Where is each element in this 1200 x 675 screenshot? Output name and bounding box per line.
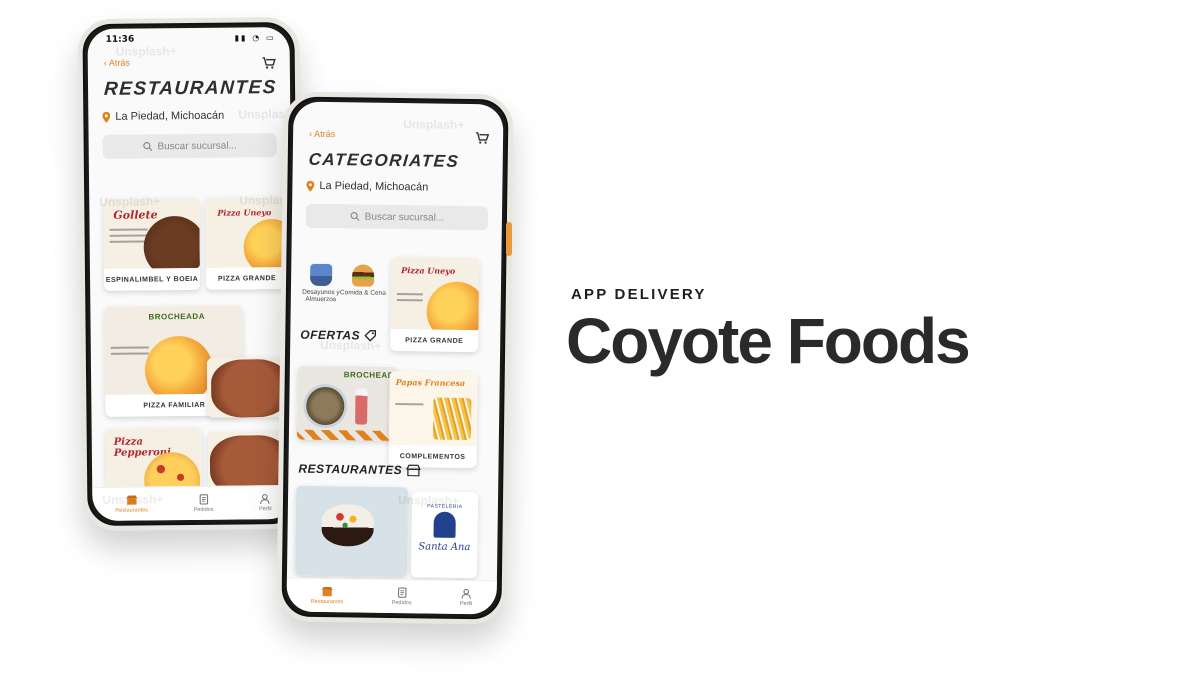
tab-pedidos[interactable]: Pedidos [193,494,214,513]
card-caption: PIZZA GRANDE [405,336,464,345]
nav-row: ‹ Atrás [293,122,503,147]
category-label: Desayunos y Almuerzos [302,288,340,304]
user-icon [260,494,270,504]
tab-label: Perfil [459,600,473,608]
brand-kicker: APP DELIVERY [571,286,707,303]
store-icon [126,495,138,505]
search-placeholder: Buscar sucursal... [157,140,237,152]
category-label: Comida & Cena [339,289,386,297]
tab-restaurantes[interactable]: Restaurantes [311,586,344,605]
location-selector[interactable]: La Piedad, Michoacán [292,174,502,201]
tab-perfil[interactable]: Perfil [259,493,272,512]
search-placeholder: Buscar sucursal... [364,211,445,224]
card-caption: ESPINALIMBEL Y BOEIA [105,275,199,284]
front-phone-screen: ‹ Atrás CATEGORIATES La Piedad, Michoacá… [286,101,504,615]
tab-label: Perfil [259,506,272,513]
card-image: Pizza Uneyo [390,256,480,331]
store-icon [321,586,333,597]
front-phone-mockup: ‹ Atrás CATEGORIATES La Piedad, Michoacá… [276,91,514,625]
tab-label: Pedidos [193,506,214,513]
offer-card[interactable]: Pizza Uneyo PIZZA GRANDE [390,256,480,353]
card-script-title: Papas Francesa [395,377,466,388]
offer-card[interactable]: BROCHEADA [296,365,398,442]
signal-wifi-battery-icon: ▮▮ ◔ ▭ [234,33,276,43]
offers-heading: OFERTAS [300,328,376,343]
food-thumbnail[interactable] [206,356,290,418]
location-selector[interactable]: La Piedad, Michoacán [88,103,290,129]
location-pin-icon [102,111,111,123]
logo-kicker: PASTELERIA [427,503,463,510]
offer-card[interactable]: Papas Francesa COMPLEMENTOS [388,370,478,469]
back-phone-mockup: 11:36 ▮▮ ◔ ▭ ‹ Atrás RESTAURANTES La Pie… [77,16,305,532]
brand-title: Coyote Foods [566,305,971,377]
card-image: BROCHEADA [296,365,398,442]
restaurant-card[interactable]: PASTELERIA Santa Ana [410,491,479,579]
nav-row: ‹ Atrás [88,49,290,73]
restaurants-heading-label: RESTAURANTES [298,461,403,478]
restaurant-card[interactable]: Pizza Uneyo PIZZA GRANDE [205,196,289,290]
bottom-tab-bar: Restaurantes Pedidos Perfil [92,484,295,522]
restaurant-card[interactable] [294,485,409,578]
cart-icon[interactable] [262,55,276,69]
user-icon [461,588,471,599]
location-label: La Piedad, Michoacán [319,179,429,194]
power-button [506,222,512,256]
card-image: Papas Francesa [388,370,478,447]
receipt-icon [397,587,407,598]
store-icon [406,464,421,477]
status-time: 11:36 [105,34,135,45]
location-label: La Piedad, Michoacán [115,109,225,123]
cart-icon[interactable] [475,130,490,144]
page-title: RESTAURANTES [103,77,278,100]
card-caption: PIZZA GRANDE [217,274,277,283]
status-bar: 11:36 ▮▮ ◔ ▭ [87,27,289,51]
card-image [294,485,409,578]
card-script-title: Pizza Uneyo [217,207,272,218]
back-link[interactable]: ‹ Atrás [104,58,130,68]
tab-label: Restaurantes [310,598,344,606]
restaurant-card[interactable]: Gollete ESPINALIMBEL Y BOEIA [103,197,201,291]
page-title: CATEGORIATES [307,149,461,171]
card-image: Pizza Uneyo [205,196,288,268]
category-comida[interactable]: Comida & Cena [339,264,387,297]
burger-icon [351,264,375,287]
back-phone-screen: 11:36 ▮▮ ◔ ▭ ‹ Atrás RESTAURANTES La Pie… [87,26,295,522]
tab-pedidos[interactable]: Pedidos [392,587,412,606]
offers-heading-label: OFERTAS [300,327,361,343]
search-icon [142,142,153,151]
card-image: PASTELERIA Santa Ana [410,491,479,579]
bottom-tab-bar: Restaurantes Pedidos Perfil [286,577,497,615]
location-pin-icon [306,180,315,192]
tab-label: Restaurantes [115,507,149,514]
coffee-cup-icon [309,263,333,287]
back-label: Atrás [314,128,336,140]
card-image [206,356,290,418]
logo-name: Santa Ana [418,541,471,554]
tag-icon [364,329,376,342]
search-icon [350,211,360,222]
back-link[interactable]: ‹ Atrás [309,129,335,139]
cake-image [321,503,374,547]
card-script-title: Gollete [113,208,158,222]
brand-block: APP DELIVERY Coyote Foods [566,286,971,377]
card-script-title: Pizza Uneyo [401,265,456,276]
tab-label: Pedidos [391,599,412,607]
card-banner-title: BROCHEADA [148,311,205,322]
restaurants-heading: RESTAURANTES [298,461,421,478]
tab-restaurantes[interactable]: Restaurantes [115,494,149,514]
receipt-icon [199,494,208,505]
tab-perfil[interactable]: Perfil [460,588,473,607]
pastry-logo-icon [433,511,456,538]
search-input[interactable]: Buscar sucursal... [305,203,489,231]
back-label: Atrás [108,57,130,68]
card-image: Gollete [103,197,200,269]
search-input[interactable]: Buscar sucursal... [102,133,277,159]
